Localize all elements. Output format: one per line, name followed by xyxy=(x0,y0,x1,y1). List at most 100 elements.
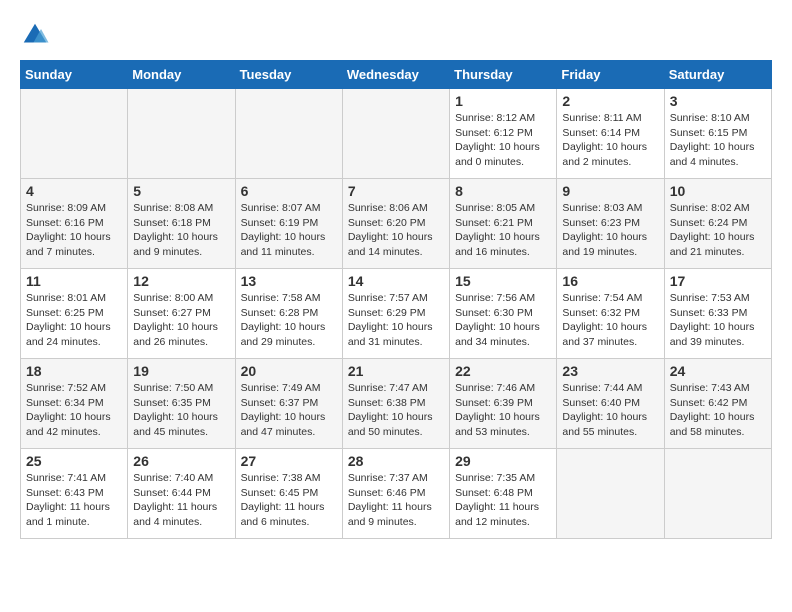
day-info: Sunrise: 7:38 AM Sunset: 6:45 PM Dayligh… xyxy=(241,471,337,530)
calendar-day-cell: 14 Sunrise: 7:57 AM Sunset: 6:29 PM Dayli… xyxy=(342,269,449,359)
day-number: 6 xyxy=(241,183,337,199)
day-number: 18 xyxy=(26,363,122,379)
weekday-header: Saturday xyxy=(664,61,771,89)
calendar-day-cell: 29Sunrise: 7:35 AM Sunset: 6:48 PM Dayli… xyxy=(450,449,557,539)
day-number: 14 xyxy=(348,273,444,289)
day-info: Sunrise: 7:57 AM Sunset: 6:29 PM Dayligh… xyxy=(348,291,444,350)
calendar-week-row: 18 Sunrise: 7:52 AM Sunset: 6:34 PM Dayli… xyxy=(21,359,772,449)
day-number: 13 xyxy=(241,273,337,289)
day-info: Sunrise: 7:47 AM Sunset: 6:38 PM Dayligh… xyxy=(348,381,444,440)
calendar-day-cell: 10 Sunrise: 8:02 AM Sunset: 6:24 PM Dayli… xyxy=(664,179,771,269)
calendar-day-cell xyxy=(664,449,771,539)
calendar-day-cell xyxy=(21,89,128,179)
day-number: 22 xyxy=(455,363,551,379)
day-number: 25 xyxy=(26,453,122,469)
day-number: 2 xyxy=(562,93,658,109)
calendar-day-cell: 12 Sunrise: 8:00 AM Sunset: 6:27 PM Dayli… xyxy=(128,269,235,359)
day-info: Sunrise: 8:01 AM Sunset: 6:25 PM Dayligh… xyxy=(26,291,122,350)
calendar-day-cell: 17 Sunrise: 7:53 AM Sunset: 6:33 PM Dayli… xyxy=(664,269,771,359)
calendar-day-cell: 24 Sunrise: 7:43 AM Sunset: 6:42 PM Dayli… xyxy=(664,359,771,449)
page-header xyxy=(20,20,772,50)
calendar-day-cell: 20 Sunrise: 7:49 AM Sunset: 6:37 PM Dayli… xyxy=(235,359,342,449)
calendar-day-cell: 28 Sunrise: 7:37 AM Sunset: 6:46 PM Dayli… xyxy=(342,449,449,539)
calendar-day-cell: 16Sunrise: 7:54 AM Sunset: 6:32 PM Dayli… xyxy=(557,269,664,359)
day-info: Sunrise: 7:58 AM Sunset: 6:28 PM Dayligh… xyxy=(241,291,337,350)
weekday-header: Monday xyxy=(128,61,235,89)
logo-icon xyxy=(20,20,50,50)
day-info: Sunrise: 7:46 AM Sunset: 6:39 PM Dayligh… xyxy=(455,381,551,440)
calendar-day-cell: 25 Sunrise: 7:41 AM Sunset: 6:43 PM Dayli… xyxy=(21,449,128,539)
day-info: Sunrise: 8:07 AM Sunset: 6:19 PM Dayligh… xyxy=(241,201,337,260)
day-number: 23 xyxy=(562,363,658,379)
calendar-day-cell: 7 Sunrise: 8:06 AM Sunset: 6:20 PM Daylig… xyxy=(342,179,449,269)
day-number: 1 xyxy=(455,93,551,109)
day-number: 19 xyxy=(133,363,229,379)
calendar-week-row: 11 Sunrise: 8:01 AM Sunset: 6:25 PM Dayli… xyxy=(21,269,772,359)
calendar-day-cell: 3Sunrise: 8:10 AM Sunset: 6:15 PM Daylig… xyxy=(664,89,771,179)
day-info: Sunrise: 8:03 AM Sunset: 6:23 PM Dayligh… xyxy=(562,201,658,260)
day-info: Sunrise: 7:49 AM Sunset: 6:37 PM Dayligh… xyxy=(241,381,337,440)
calendar-day-cell xyxy=(235,89,342,179)
weekday-header: Sunday xyxy=(21,61,128,89)
day-number: 20 xyxy=(241,363,337,379)
day-number: 17 xyxy=(670,273,766,289)
day-number: 24 xyxy=(670,363,766,379)
day-info: Sunrise: 7:56 AM Sunset: 6:30 PM Dayligh… xyxy=(455,291,551,350)
calendar-week-row: 25 Sunrise: 7:41 AM Sunset: 6:43 PM Dayli… xyxy=(21,449,772,539)
day-number: 7 xyxy=(348,183,444,199)
calendar-week-row: 4 Sunrise: 8:09 AM Sunset: 6:16 PM Daylig… xyxy=(21,179,772,269)
day-number: 12 xyxy=(133,273,229,289)
day-number: 28 xyxy=(348,453,444,469)
day-info: Sunrise: 8:09 AM Sunset: 6:16 PM Dayligh… xyxy=(26,201,122,260)
day-info: Sunrise: 8:06 AM Sunset: 6:20 PM Dayligh… xyxy=(348,201,444,260)
calendar-day-cell: 18 Sunrise: 7:52 AM Sunset: 6:34 PM Dayli… xyxy=(21,359,128,449)
header-row: SundayMondayTuesdayWednesdayThursdayFrid… xyxy=(21,61,772,89)
calendar-day-cell: 27 Sunrise: 7:38 AM Sunset: 6:45 PM Dayli… xyxy=(235,449,342,539)
day-info: Sunrise: 8:12 AM Sunset: 6:12 PM Dayligh… xyxy=(455,111,551,170)
calendar-day-cell: 22 Sunrise: 7:46 AM Sunset: 6:39 PM Dayli… xyxy=(450,359,557,449)
day-number: 11 xyxy=(26,273,122,289)
day-info: Sunrise: 7:50 AM Sunset: 6:35 PM Dayligh… xyxy=(133,381,229,440)
calendar-day-cell: 8 Sunrise: 8:05 AM Sunset: 6:21 PM Daylig… xyxy=(450,179,557,269)
day-number: 27 xyxy=(241,453,337,469)
day-number: 4 xyxy=(26,183,122,199)
day-info: Sunrise: 7:40 AM Sunset: 6:44 PM Dayligh… xyxy=(133,471,229,530)
day-number: 26 xyxy=(133,453,229,469)
day-info: Sunrise: 7:43 AM Sunset: 6:42 PM Dayligh… xyxy=(670,381,766,440)
day-number: 21 xyxy=(348,363,444,379)
weekday-header: Wednesday xyxy=(342,61,449,89)
weekday-header: Tuesday xyxy=(235,61,342,89)
calendar-day-cell: 5 Sunrise: 8:08 AM Sunset: 6:18 PM Daylig… xyxy=(128,179,235,269)
day-info: Sunrise: 8:11 AM Sunset: 6:14 PM Dayligh… xyxy=(562,111,658,170)
calendar-day-cell: 4 Sunrise: 8:09 AM Sunset: 6:16 PM Daylig… xyxy=(21,179,128,269)
day-number: 5 xyxy=(133,183,229,199)
calendar-day-cell: 26 Sunrise: 7:40 AM Sunset: 6:44 PM Dayli… xyxy=(128,449,235,539)
day-number: 9 xyxy=(562,183,658,199)
calendar-day-cell: 9 Sunrise: 8:03 AM Sunset: 6:23 PM Daylig… xyxy=(557,179,664,269)
calendar-day-cell xyxy=(557,449,664,539)
calendar-table: SundayMondayTuesdayWednesdayThursdayFrid… xyxy=(20,60,772,539)
day-info: Sunrise: 7:54 AM Sunset: 6:32 PM Dayligh… xyxy=(562,291,658,350)
day-number: 8 xyxy=(455,183,551,199)
day-info: Sunrise: 8:05 AM Sunset: 6:21 PM Dayligh… xyxy=(455,201,551,260)
day-info: Sunrise: 8:02 AM Sunset: 6:24 PM Dayligh… xyxy=(670,201,766,260)
day-number: 29 xyxy=(455,453,551,469)
calendar-day-cell: 21 Sunrise: 7:47 AM Sunset: 6:38 PM Dayli… xyxy=(342,359,449,449)
day-info: Sunrise: 7:52 AM Sunset: 6:34 PM Dayligh… xyxy=(26,381,122,440)
calendar-day-cell xyxy=(342,89,449,179)
day-info: Sunrise: 7:53 AM Sunset: 6:33 PM Dayligh… xyxy=(670,291,766,350)
weekday-header: Thursday xyxy=(450,61,557,89)
day-info: Sunrise: 7:37 AM Sunset: 6:46 PM Dayligh… xyxy=(348,471,444,530)
calendar-day-cell: 11 Sunrise: 8:01 AM Sunset: 6:25 PM Dayli… xyxy=(21,269,128,359)
day-info: Sunrise: 7:44 AM Sunset: 6:40 PM Dayligh… xyxy=(562,381,658,440)
calendar-day-cell xyxy=(128,89,235,179)
day-info: Sunrise: 8:00 AM Sunset: 6:27 PM Dayligh… xyxy=(133,291,229,350)
day-number: 15 xyxy=(455,273,551,289)
day-info: Sunrise: 7:41 AM Sunset: 6:43 PM Dayligh… xyxy=(26,471,122,530)
day-number: 10 xyxy=(670,183,766,199)
calendar-day-cell: 13 Sunrise: 7:58 AM Sunset: 6:28 PM Dayli… xyxy=(235,269,342,359)
calendar-day-cell: 19 Sunrise: 7:50 AM Sunset: 6:35 PM Dayli… xyxy=(128,359,235,449)
day-info: Sunrise: 8:10 AM Sunset: 6:15 PM Dayligh… xyxy=(670,111,766,170)
day-info: Sunrise: 8:08 AM Sunset: 6:18 PM Dayligh… xyxy=(133,201,229,260)
weekday-header: Friday xyxy=(557,61,664,89)
